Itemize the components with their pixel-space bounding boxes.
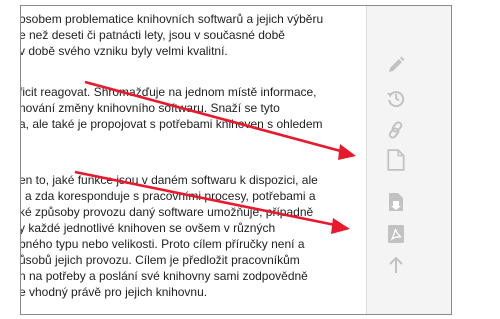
pdf-icon <box>388 225 404 243</box>
new-page-button[interactable] <box>385 149 407 171</box>
text-line: ficit reagovat. Shromažďuje na jednom mí… <box>21 85 317 99</box>
paragraph-2: ficit reagovat. Shromažďuje na jednom mí… <box>21 84 366 132</box>
tools-sidebar <box>366 6 451 314</box>
arrow-up-icon <box>389 256 403 273</box>
link-icon <box>388 121 403 139</box>
paragraph-1: osobem problematice knihovních softwarů … <box>21 11 366 59</box>
text-line: ůsobů jejich provozu. Cílem je předložit… <box>21 253 300 267</box>
history-icon <box>387 91 405 108</box>
text-line: n na potřeby a poslání své knihovny sami… <box>21 269 308 283</box>
page-frame: osobem problematice knihovních softwarů … <box>20 5 452 315</box>
pdf-button[interactable] <box>385 223 407 245</box>
text-line: a, ale také je propojovat s potřebami kn… <box>21 117 323 131</box>
save-file-icon <box>389 193 403 211</box>
history-button[interactable] <box>385 87 407 109</box>
document-text: osobem problematice knihovních softwarů … <box>21 6 366 314</box>
scroll-top-button[interactable] <box>385 254 407 276</box>
text-line: osobem problematice knihovních softwarů … <box>21 12 324 26</box>
text-line: ké způsoby provozu daný software umožňuj… <box>21 205 314 219</box>
text-line: e než deseti či patnácti lety, jsou v so… <box>21 28 285 42</box>
save-file-button[interactable] <box>385 191 407 213</box>
text-line: nování změny knihovního softwaru. Snaží … <box>21 101 280 115</box>
link-button[interactable] <box>385 119 407 141</box>
text-line: v době svého vzniku byly velmi kvalitní. <box>21 44 228 58</box>
text-line: en to, jaké funkce jsou v daném softwaru… <box>21 173 318 187</box>
pencil-icon <box>389 56 405 72</box>
edit-button[interactable] <box>385 54 407 76</box>
blank-page-icon <box>387 149 405 171</box>
text-line: bného typu nebo velikosti. Proto cílem p… <box>21 237 305 251</box>
paragraph-3: en to, jaké funkce jsou v daném softwaru… <box>21 172 366 300</box>
text-line: i a zda koresponduje s pracovními proces… <box>21 189 316 203</box>
text-line: y každé jednotlivé knihoven se ovšem v r… <box>21 221 276 235</box>
text-line: e vhodný právě pro jejich knihovnu. <box>21 285 208 299</box>
